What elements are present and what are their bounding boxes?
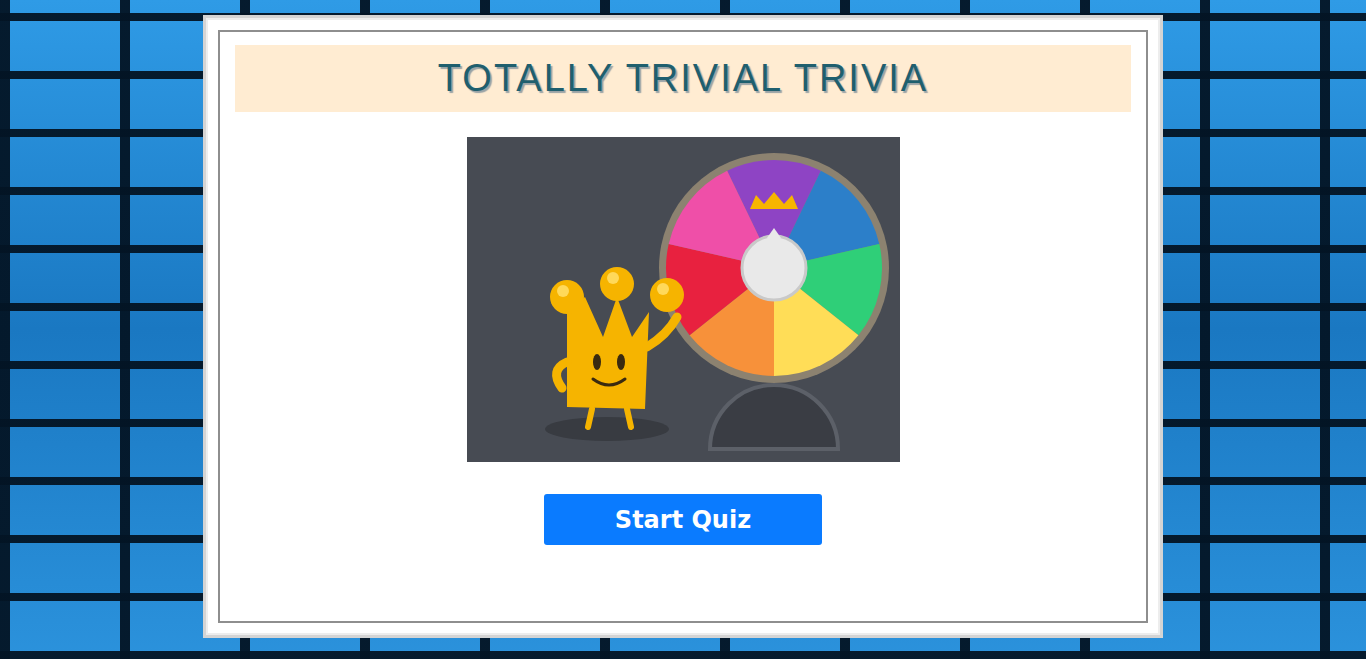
quiz-panel: TOTALLY TRIVIAL TRIVIA Start Quiz — [203, 15, 1163, 638]
header-bar: TOTALLY TRIVIAL TRIVIA — [235, 45, 1131, 112]
quiz-title: TOTALLY TRIVIAL TRIVIA — [438, 57, 928, 100]
hero-illustration — [467, 137, 900, 462]
panel-frame: TOTALLY TRIVIAL TRIVIA Start Quiz — [218, 30, 1148, 623]
page-background: TOTALLY TRIVIAL TRIVIA Start Quiz — [0, 0, 1366, 659]
start-quiz-button[interactable]: Start Quiz — [544, 494, 822, 545]
